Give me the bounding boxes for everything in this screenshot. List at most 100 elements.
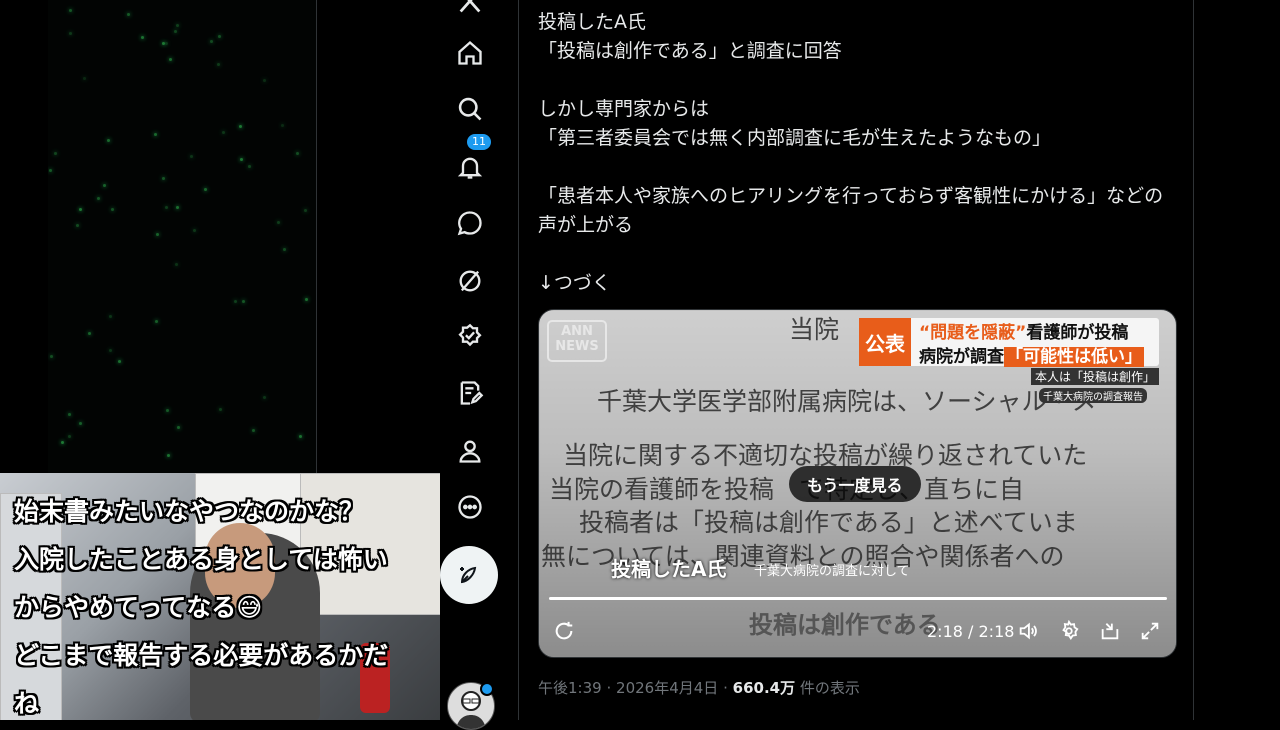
video-caption-speaker: 投稿したA氏 xyxy=(611,557,727,581)
star xyxy=(127,13,130,16)
star xyxy=(156,233,159,236)
star xyxy=(141,36,144,39)
star xyxy=(97,197,100,200)
star xyxy=(281,124,284,127)
star xyxy=(76,224,79,227)
view-count-suffix: 件の表示 xyxy=(799,679,860,697)
star xyxy=(79,208,82,211)
tweet-line: しかし専門家からは xyxy=(538,98,710,120)
star xyxy=(50,355,53,358)
star xyxy=(240,158,243,161)
tweet-line: 声が上がる xyxy=(538,214,634,236)
tweet-time[interactable]: 午後1:39 xyxy=(538,679,602,697)
kouhyo-tag: 公表 xyxy=(859,318,911,366)
star xyxy=(83,77,86,80)
star xyxy=(162,42,165,45)
video-doc-line: 投稿者は「投稿は創作である」と述べていま xyxy=(579,508,1078,537)
star xyxy=(54,152,57,155)
star xyxy=(190,155,193,158)
star xyxy=(222,131,225,134)
fullscreen-icon[interactable] xyxy=(1139,620,1161,646)
tweet-line: 「患者本人や家族へのヒアリングを行っておらず客観性にかける」などの xyxy=(538,185,1164,207)
tweet-line: 投稿したA氏 xyxy=(538,11,646,33)
star xyxy=(69,9,72,12)
video-time: 2:18 / 2:18 xyxy=(927,622,1015,641)
grok-icon[interactable] xyxy=(447,258,493,304)
star xyxy=(107,139,110,142)
post-button[interactable] xyxy=(440,546,498,604)
star xyxy=(49,169,52,172)
star xyxy=(305,298,308,301)
headline-line-2: 病院が調査 「可能性は低い」 xyxy=(919,347,1144,367)
star xyxy=(176,24,179,27)
star xyxy=(176,206,179,209)
bell-icon[interactable]: 11 xyxy=(447,134,493,190)
headline-line-1: “問題を隠蔽”看護師が投稿 xyxy=(919,323,1129,343)
star xyxy=(277,221,280,224)
view-count: 660.4万 xyxy=(732,679,796,697)
star xyxy=(154,133,157,136)
home-icon[interactable] xyxy=(447,30,493,76)
separator: · xyxy=(606,679,612,697)
star xyxy=(69,32,72,35)
star xyxy=(88,332,91,335)
article-icon[interactable] xyxy=(447,370,493,416)
pip-icon[interactable] xyxy=(1099,620,1121,646)
divider xyxy=(1193,0,1194,720)
star xyxy=(109,315,112,318)
video-subtitle: 投稿は創作である xyxy=(749,611,941,639)
tweet-meta: 午後1:39 · 2026年4月4日 · 660.4万 件の表示 xyxy=(538,677,860,698)
status-dot xyxy=(480,682,494,696)
tweet-line xyxy=(538,66,1178,95)
star xyxy=(68,435,71,438)
star xyxy=(218,35,221,38)
star xyxy=(299,435,302,438)
tweet-text: 投稿したA氏 「投稿は創作である」と調査に回答 しかし専門家からは 「第三者委員会で… xyxy=(538,8,1178,298)
star xyxy=(219,408,222,411)
star xyxy=(217,63,220,66)
star xyxy=(118,360,121,363)
webcam-overlay: 始末書みたいなやつなのかな？ 入院したことある身としては怖い からやめてってなる… xyxy=(0,473,440,720)
profile-icon[interactable] xyxy=(447,428,493,474)
separator: · xyxy=(723,679,728,697)
video-subheading: 千葉大病院の調査報告 xyxy=(1039,388,1147,403)
video-subheading: 本人は「投稿は創作」 xyxy=(1031,368,1160,385)
divider xyxy=(518,0,519,720)
tweet-line xyxy=(538,153,1178,182)
replay-button[interactable]: もう一度見る xyxy=(789,466,921,502)
volume-icon[interactable] xyxy=(1017,620,1039,646)
star xyxy=(174,30,177,33)
chat-icon[interactable] xyxy=(447,200,493,246)
star xyxy=(103,184,106,187)
star xyxy=(239,125,242,128)
star xyxy=(109,349,112,352)
star xyxy=(177,426,180,429)
star xyxy=(296,152,299,155)
star xyxy=(283,248,286,251)
x-logo-icon[interactable] xyxy=(447,0,493,24)
settings-icon[interactable] xyxy=(1058,619,1080,646)
stream-comment: 始末書みたいなやつなのかな？ 入院したことある身としては怖い からやめてってなる… xyxy=(14,497,389,718)
replay-icon[interactable] xyxy=(553,620,575,646)
tweet-date[interactable]: 2026年4月4日 xyxy=(616,679,718,697)
tweet-line: 「第三者委員会では無く内部調査に毛が生えたようなもの」 xyxy=(538,127,1052,149)
feather-icon xyxy=(460,566,477,584)
video-doc-line: 当院 xyxy=(789,315,840,344)
star xyxy=(61,441,64,444)
star xyxy=(162,177,165,180)
star xyxy=(165,42,168,45)
verified-icon[interactable] xyxy=(447,314,493,360)
video-progress-bar[interactable] xyxy=(549,597,1167,600)
search-icon[interactable] xyxy=(447,86,493,132)
star xyxy=(248,165,251,168)
star xyxy=(263,79,266,82)
more-icon[interactable] xyxy=(447,484,493,530)
star xyxy=(169,58,172,61)
star xyxy=(167,454,170,457)
star xyxy=(68,413,71,416)
star xyxy=(263,396,266,399)
star xyxy=(166,409,169,412)
star xyxy=(242,300,245,303)
star xyxy=(165,206,168,209)
video-player[interactable]: 当院 千葉大学医学部附属病院は、ソーシャル・メ 当院に関する不適切な投稿が繰り返… xyxy=(538,309,1177,658)
